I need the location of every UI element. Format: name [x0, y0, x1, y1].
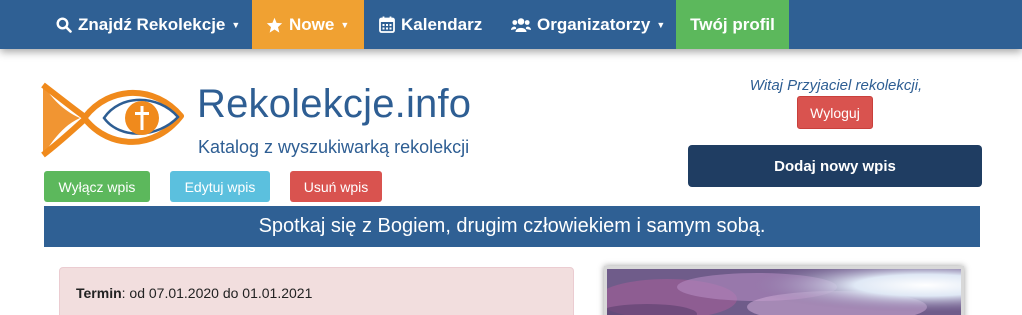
site-logo[interactable] [40, 80, 185, 165]
motto-text: Spotkaj się z Bogiem, drugim człowiekiem… [258, 215, 766, 237]
nav-profile-label: Twój profil [690, 14, 775, 34]
event-details-box: Termin: od 07.01.2020 do 01.01.2021 [59, 267, 574, 315]
site-title[interactable]: Rekolekcje.info [197, 82, 471, 127]
edit-post-button[interactable]: Edytuj wpis [170, 171, 270, 202]
site-subtitle: Katalog z wyszukiwarką rekolekcji [198, 137, 470, 157]
star-icon [266, 17, 283, 33]
chevron-down-icon: ▼ [340, 19, 350, 30]
nav-organizers[interactable]: Organizatorzy ▼ [497, 0, 676, 49]
nav-calendar[interactable]: Kalendarz [364, 0, 497, 49]
top-navbar: Znajdź Rekolekcje ▼ Nowe ▼ Kalendarz Org… [0, 0, 1022, 49]
nav-find-label: Znajdź Rekolekcje [78, 14, 226, 34]
motto-banner: Spotkaj się z Bogiem, drugim człowiekiem… [44, 206, 980, 247]
welcome-text: Witaj Przyjaciel rekolekcji, [749, 77, 923, 94]
chevron-down-icon: ▼ [656, 19, 666, 30]
logout-button[interactable]: Wyloguj [797, 96, 873, 129]
search-icon [56, 16, 72, 33]
nav-find-retreats[interactable]: Znajdź Rekolekcje ▼ [44, 0, 252, 49]
disable-post-button[interactable]: Wyłącz wpis [44, 171, 150, 202]
chevron-down-icon: ▼ [231, 19, 241, 30]
term-label: Termin [76, 285, 122, 301]
nav-organizers-label: Organizatorzy [537, 14, 651, 34]
nav-new[interactable]: Nowe ▼ [252, 0, 364, 49]
fish-eye-cross-logo-icon [41, 82, 184, 158]
delete-post-button[interactable]: Usuń wpis [290, 171, 382, 202]
add-new-post-button[interactable]: Dodaj nowy wpis [688, 145, 982, 187]
nav-new-label: Nowe [289, 14, 335, 34]
sky-landscape-image-icon [607, 269, 961, 315]
retreat-image[interactable] [604, 266, 964, 315]
term-value: : od 07.01.2020 do 01.01.2021 [121, 285, 313, 301]
users-icon [511, 17, 531, 32]
calendar-icon [379, 16, 395, 33]
nav-your-profile[interactable]: Twój profil [676, 0, 789, 49]
nav-calendar-label: Kalendarz [401, 14, 483, 34]
term-line: Termin: od 07.01.2020 do 01.01.2021 [76, 285, 312, 301]
